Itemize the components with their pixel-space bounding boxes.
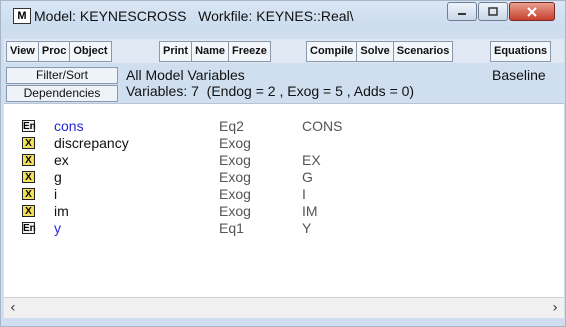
scenario-label: Baseline [492,67,546,83]
list-item[interactable]: En y Eq1 Y [4,220,564,237]
print-button[interactable]: Print [160,42,193,61]
equations-button[interactable]: Equations [491,42,550,61]
variable-name: ex [54,152,69,168]
close-button[interactable] [509,2,555,21]
variable-equation: G [302,169,313,185]
variable-equation: Y [302,220,312,236]
model-icon: M [13,8,31,24]
maximize-icon [488,6,498,16]
minimize-icon [458,12,466,15]
exogenous-icon: X [22,205,35,217]
variable-type: Exog [219,186,251,202]
exogenous-icon: X [22,171,35,183]
variable-type: Exog [219,135,251,151]
view-title: All Model Variables [126,67,245,83]
scenarios-button[interactable]: Scenarios [394,42,453,61]
view-button[interactable]: View [7,42,39,61]
toolbar-group-equations: Equations [490,41,552,62]
variable-equation: CONS [302,118,343,134]
variable-name: i [54,186,58,202]
toolbar: View Proc Object Print Name Freeze Compi… [4,39,564,63]
list-item[interactable]: X ex Exog EX [4,152,564,169]
dependencies-button[interactable]: Dependencies [6,85,118,102]
variable-type: Exog [219,169,251,185]
proc-button[interactable]: Proc [39,42,71,61]
window-controls [447,2,555,21]
endogenous-icon: En [22,222,36,234]
chevron-left-icon[interactable]: ‹ [10,298,16,318]
model-window: M Model: KEYNESCROSS Workfile: KEYNES::R… [0,0,566,327]
list-item[interactable]: X im Exog IM [4,203,564,220]
freeze-button[interactable]: Freeze [229,42,270,61]
model-header: Filter/Sort Dependencies All Model Varia… [4,65,564,102]
variable-summary: Variables: 7 (Endog = 2 , Exog = 5 , Add… [126,83,415,99]
variable-equation: EX [302,152,321,168]
minimize-button[interactable] [447,2,477,21]
maximize-button[interactable] [478,2,508,21]
variable-name: g [54,169,62,185]
variable-equation: I [302,186,306,202]
toolbar-group-compile: Compile Solve Scenarios [306,41,454,62]
chevron-right-icon[interactable]: › [552,298,558,318]
variable-name: im [54,203,69,219]
variable-type: Exog [219,203,251,219]
variable-type: Eq2 [219,118,244,134]
list-item[interactable]: X g Exog G [4,169,564,186]
variable-name: discrepancy [54,135,129,151]
solve-button[interactable]: Solve [357,42,394,61]
horizontal-scrollbar[interactable]: ‹ › [4,297,564,318]
variable-name: cons [54,118,84,134]
title-bar[interactable]: M Model: KEYNESCROSS Workfile: KEYNES::R… [1,1,565,31]
exogenous-icon: X [22,137,35,149]
compile-button[interactable]: Compile [307,42,358,61]
endogenous-icon: En [22,120,36,132]
toolbar-group-print: Print Name Freeze [159,41,271,62]
variable-type: Eq1 [219,220,244,236]
exogenous-icon: X [22,188,35,200]
list-item[interactable]: X discrepancy Exog [4,135,564,152]
close-icon [527,6,537,17]
variable-list: En cons Eq2 CONS X discrepancy Exog X ex… [4,103,564,297]
list-item[interactable]: X i Exog I [4,186,564,203]
toolbar-group-view: View Proc Object [6,41,112,62]
window-title: Model: KEYNESCROSS Workfile: KEYNES::Rea… [34,8,354,24]
exogenous-icon: X [22,154,35,166]
variable-equation: IM [302,203,318,219]
filter-sort-button[interactable]: Filter/Sort [6,67,118,84]
variable-name: y [54,220,61,236]
list-item[interactable]: En cons Eq2 CONS [4,118,564,135]
variable-type: Exog [219,152,251,168]
name-button[interactable]: Name [192,42,230,61]
object-button[interactable]: Object [70,42,110,61]
